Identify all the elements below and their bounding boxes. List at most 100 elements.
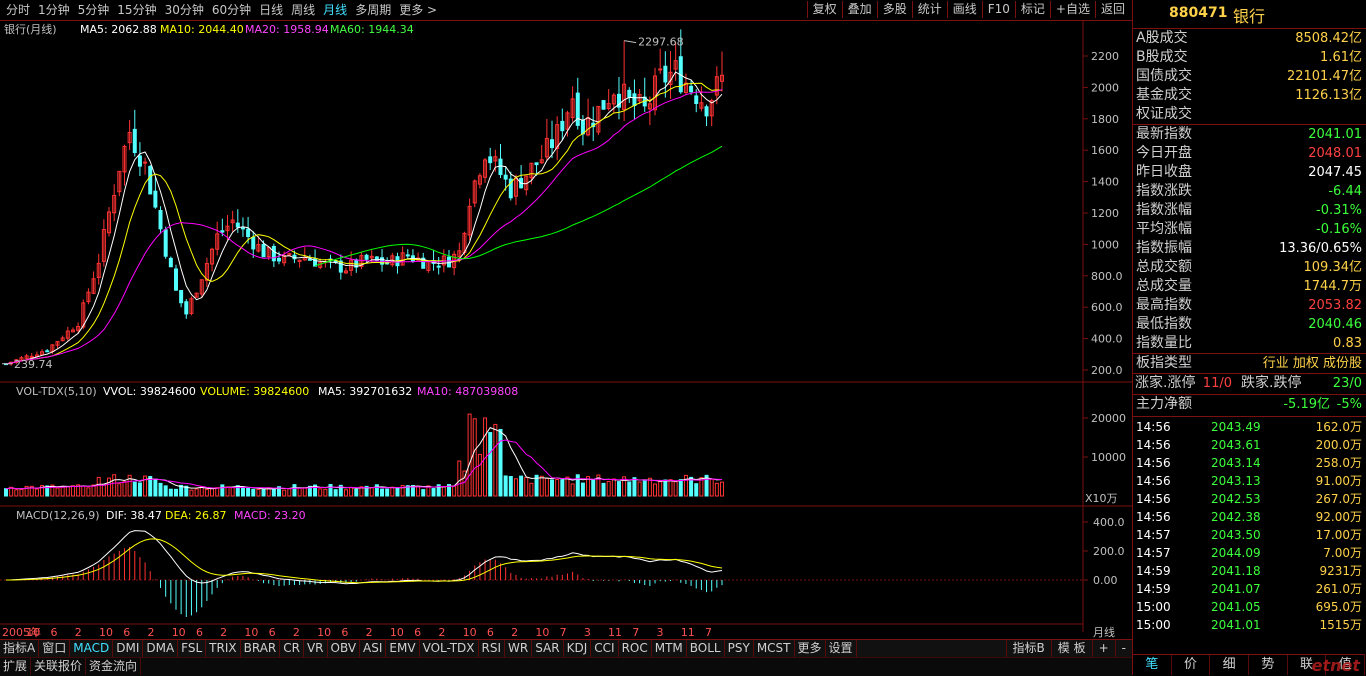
toolbar-action-button[interactable]: 返回 <box>1094 1 1130 18</box>
period-tab[interactable]: 15分钟 <box>113 2 160 18</box>
indicator-tab[interactable]: KDJ <box>564 640 592 657</box>
volume-bar <box>189 489 194 497</box>
volume-bar <box>493 423 498 497</box>
indicator-tab[interactable]: 设置 <box>826 640 857 657</box>
x-axis-tick: 7 <box>560 626 567 639</box>
period-tab[interactable]: 30分钟 <box>161 2 208 18</box>
indicator-tab[interactable]: WR <box>505 640 533 657</box>
toolbar-action-button[interactable]: 标记 <box>1014 1 1050 18</box>
tick-row: 14:56 2043.14 258.0万 <box>1133 455 1366 473</box>
indicator-tab[interactable]: CCI <box>591 640 619 657</box>
toolbar-action-button[interactable]: F10 <box>981 1 1015 18</box>
indicator-tab[interactable]: PSY <box>725 640 754 657</box>
index-type-value: 行业 加权 成份股 <box>1262 356 1362 371</box>
candle-body <box>446 256 451 268</box>
indicator-tab[interactable]: MTM <box>652 640 687 657</box>
vol-ma10-label: MA10: 487039808 <box>417 385 518 398</box>
panel-tab[interactable]: 价 <box>1172 655 1211 675</box>
period-tab[interactable]: 周线 <box>287 2 319 18</box>
toolbar-action-button[interactable]: 统计 <box>911 1 947 18</box>
candle-body <box>550 139 555 148</box>
panel-tab[interactable]: 笔 <box>1133 655 1172 675</box>
indicator-tab[interactable]: ASI <box>360 640 387 657</box>
indicator-tab[interactable]: TRIX <box>206 640 241 657</box>
indicator-right-tab[interactable]: 指标B <box>1005 640 1051 657</box>
toolbar-action-button[interactable]: 多股 <box>876 1 912 18</box>
volume-bar <box>343 489 348 497</box>
kline-chart-area[interactable]: 2200 2000 1800 1600 1400 1200 1000 800.0 600.0 40… <box>0 20 1132 652</box>
candle-body <box>240 227 245 230</box>
indicator-tab[interactable]: 指标A <box>0 640 40 657</box>
period-tab[interactable]: 60分钟 <box>208 2 255 18</box>
indicator-tab[interactable]: SAR <box>532 640 564 657</box>
indicator-right-tab[interactable]: + <box>1091 640 1115 657</box>
updown-row: 涨家.涨停 11/0 跌家.跌停 23/0 <box>1133 374 1366 395</box>
indicator-tab[interactable]: BOLL <box>687 640 725 657</box>
volume-bar <box>204 488 209 497</box>
indicator-tab[interactable]: VR <box>304 640 328 657</box>
toolbar-action-button[interactable]: +自选 <box>1049 1 1095 18</box>
period-tab[interactable]: 5分钟 <box>74 2 114 18</box>
indicator-tab[interactable]: OBV <box>328 640 361 657</box>
stat-row: 总成交额 109.34亿 <box>1133 258 1366 277</box>
period-tab[interactable]: 多周期 <box>351 2 395 18</box>
indicator-tab[interactable]: BRAR <box>241 640 281 657</box>
candle-body <box>575 92 580 126</box>
indicator-tab[interactable]: FSL <box>178 640 207 657</box>
ma10-line <box>5 82 723 365</box>
indicator-right-tab[interactable]: - <box>1114 640 1132 657</box>
extension-tab[interactable]: 关联报价 <box>31 658 87 675</box>
volume-bar <box>544 477 549 497</box>
toolbar-action-button[interactable]: 叠加 <box>841 1 877 18</box>
period-tab[interactable]: 1分钟 <box>34 2 74 18</box>
volume-ma10-line <box>5 439 723 490</box>
stat-row: 最高指数 2053.82 <box>1133 296 1366 315</box>
turnover-row: 权证成交 <box>1133 105 1366 124</box>
indicator-tab[interactable]: CR <box>280 640 304 657</box>
extension-tab[interactable]: 扩展 <box>0 658 32 675</box>
period-tab[interactable]: 分时 <box>2 2 34 18</box>
ma5-line <box>5 71 723 365</box>
indicator-tab[interactable]: 窗口 <box>39 640 71 657</box>
stat-value: 13.36/0.65% <box>1279 241 1362 256</box>
indicator-tab[interactable]: ROC <box>619 640 652 657</box>
volume-bar <box>508 476 513 497</box>
toolbar-action-button[interactable]: 画线 <box>946 1 982 18</box>
tick-row: 14:56 2043.49 162.0万 <box>1133 419 1366 437</box>
indicator-tab[interactable]: VOL-TDX <box>420 640 479 657</box>
stat-label: 最低指数 <box>1136 316 1192 332</box>
chart-title: 银行(月线) <box>4 22 57 36</box>
tick-volume: 267.0万 <box>1315 492 1362 506</box>
price-axis-tick: 200.0 <box>1091 364 1123 377</box>
tick-list[interactable]: 14:56 2043.49 162.0万 14:56 2043.61 200.0万 14:5… <box>1133 417 1366 635</box>
candle-body <box>627 89 632 98</box>
indicator-tab[interactable]: MACD <box>70 640 114 657</box>
tick-row: 15:00 2041.01 1515万 <box>1133 617 1366 635</box>
volume-bar <box>390 486 395 497</box>
period-tab[interactable]: 更多 > <box>395 2 441 18</box>
stat-label: 指数振幅 <box>1136 240 1192 256</box>
extension-tab[interactable]: 资金流向 <box>86 658 142 675</box>
candle-body <box>436 265 441 268</box>
volume-bar <box>349 487 354 497</box>
indicator-tab[interactable]: EMV <box>386 640 420 657</box>
volume-bar <box>4 488 8 497</box>
x-axis-tick: 10 <box>244 626 258 639</box>
indicator-tab[interactable]: RSI <box>479 640 506 657</box>
indicator-tab[interactable]: MCST <box>754 640 795 657</box>
volume-bar <box>477 453 482 497</box>
toolbar-action-button[interactable]: 复权 <box>806 1 842 18</box>
period-tab[interactable]: 月线 <box>319 2 351 18</box>
indicator-tab[interactable]: DMA <box>143 640 179 657</box>
turnover-label: B股成交 <box>1136 49 1188 65</box>
panel-tab[interactable]: 细 <box>1210 655 1250 675</box>
indicator-right-tab[interactable]: 模 板 <box>1050 640 1092 657</box>
x-axis-tick: 11 <box>608 626 622 639</box>
indicator-tab[interactable]: 更多 <box>795 640 826 657</box>
price-axis-tick: 2200 <box>1091 50 1119 63</box>
indicator-tab[interactable]: DMI <box>113 640 144 657</box>
period-tab[interactable]: 日线 <box>255 2 287 18</box>
x-axis-tick: 10 <box>99 626 113 639</box>
panel-tab[interactable]: 势 <box>1249 655 1288 675</box>
candle-body <box>534 162 539 166</box>
